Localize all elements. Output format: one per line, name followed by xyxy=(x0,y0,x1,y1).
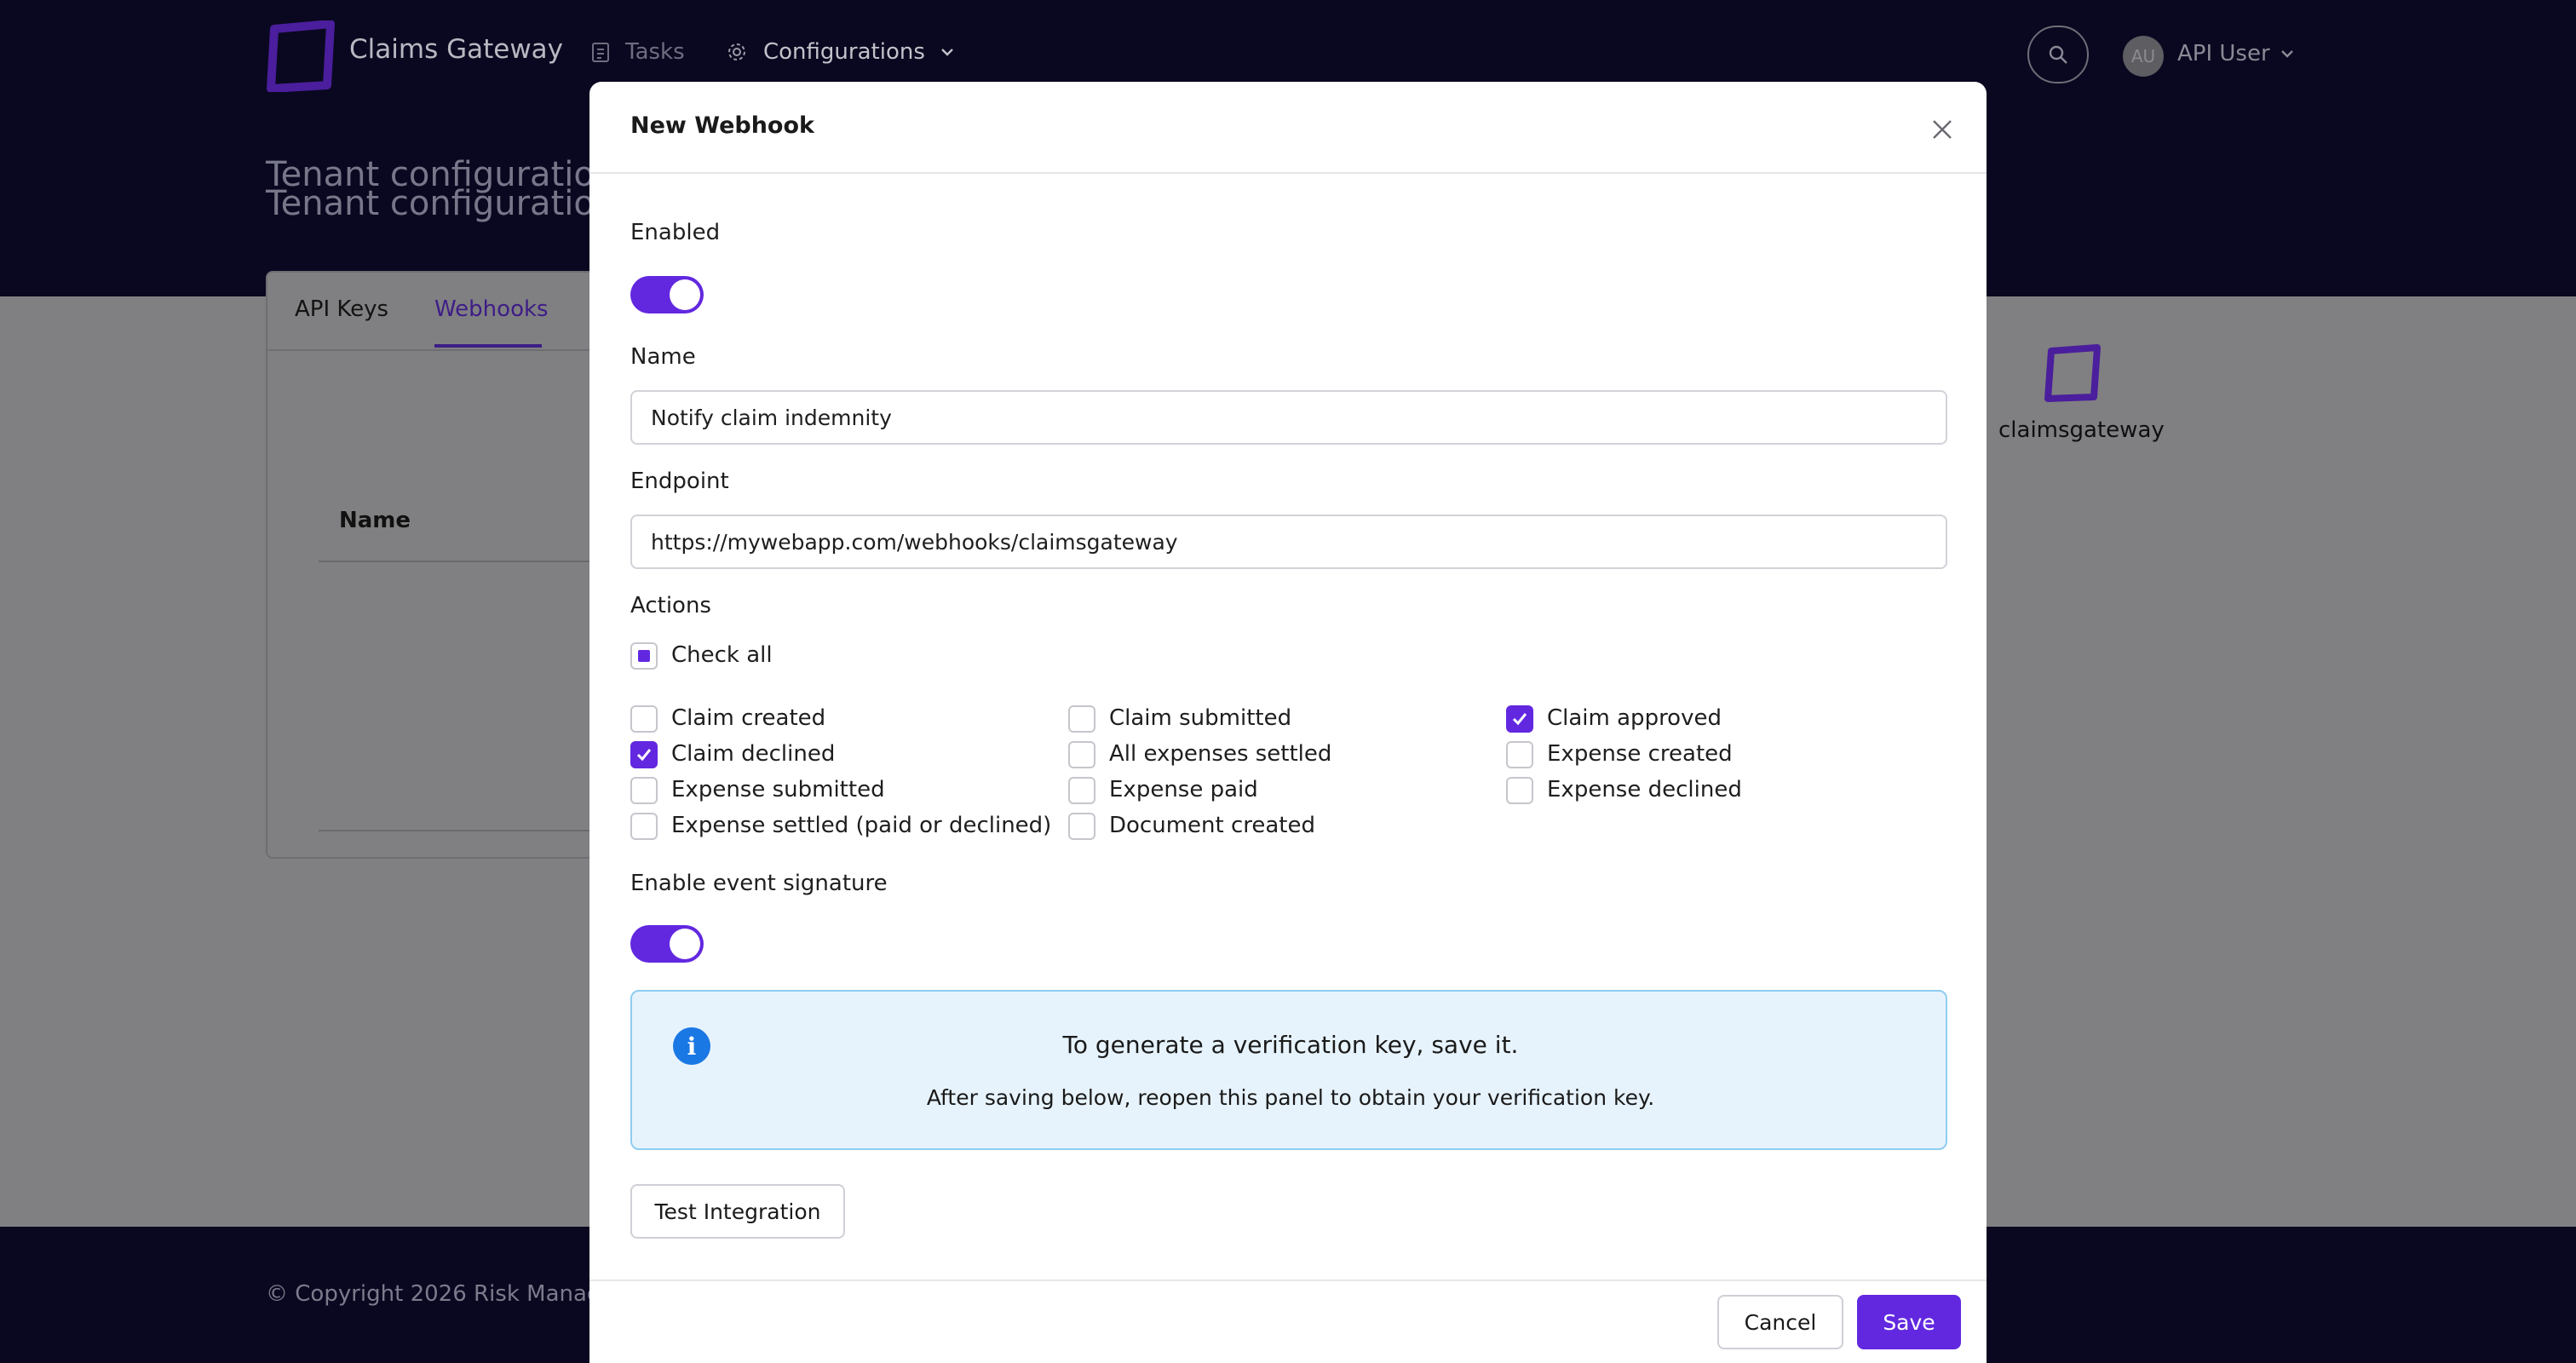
event-signature-label: Enable event signature xyxy=(630,871,888,896)
chevron-down-icon xyxy=(2280,50,2293,58)
close-icon xyxy=(1933,120,1952,139)
test-integration-button[interactable]: Test Integration xyxy=(630,1184,845,1239)
action-checkbox[interactable] xyxy=(630,741,658,768)
info-alert-body: After saving below, reopen this panel to… xyxy=(926,1085,1655,1110)
actions-label: Actions xyxy=(630,593,711,618)
modal-title: New Webhook xyxy=(630,112,814,139)
nav-configurations-label: Configurations xyxy=(763,39,925,65)
action-label[interactable]: Claim submitted xyxy=(1109,705,1291,731)
action-label[interactable]: Claim approved xyxy=(1547,705,1722,731)
nav-tasks-label: Tasks xyxy=(625,39,685,65)
user-name-label: API User xyxy=(2177,41,2270,66)
action-checkbox[interactable] xyxy=(630,777,658,804)
action-label[interactable]: All expenses settled xyxy=(1109,741,1331,767)
enabled-toggle[interactable] xyxy=(630,276,704,313)
check-all-label[interactable]: Check all xyxy=(671,642,773,668)
tenant-logo-icon xyxy=(2044,344,2101,402)
endpoint-label: Endpoint xyxy=(630,469,729,494)
active-tab-indicator xyxy=(434,344,542,348)
action-checkbox[interactable] xyxy=(630,813,658,840)
action-label[interactable]: Expense created xyxy=(1547,741,1733,767)
action-label[interactable]: Expense submitted xyxy=(671,777,885,802)
event-signature-toggle[interactable] xyxy=(630,925,704,963)
action-label[interactable]: Expense paid xyxy=(1109,777,1258,802)
name-input[interactable] xyxy=(630,390,1947,445)
toggle-knob xyxy=(670,279,700,310)
action-checkbox[interactable] xyxy=(1068,777,1095,804)
chevron-down-icon xyxy=(941,49,953,56)
nav-configurations[interactable]: Configurations xyxy=(726,39,954,65)
info-alert: i To generate a verification key, save i… xyxy=(630,990,1947,1150)
clipboard-icon xyxy=(592,43,609,62)
action-checkbox[interactable] xyxy=(1068,705,1095,733)
page-title-line: Tenant configurations xyxy=(266,184,635,223)
enabled-label: Enabled xyxy=(630,220,721,245)
check-icon xyxy=(636,749,652,762)
action-label[interactable]: Claim created xyxy=(671,705,825,731)
action-checkbox[interactable] xyxy=(1506,777,1533,804)
table-divider xyxy=(319,830,591,831)
tenant-logo-label: claimsgateway xyxy=(1998,417,2165,443)
check-icon xyxy=(1512,713,1527,726)
modal-footer-divider xyxy=(589,1280,1987,1281)
info-alert-title: To generate a verification key, save it. xyxy=(1062,1031,1519,1059)
copyright-text: © Copyright 2026 Risk Managen xyxy=(266,1281,629,1307)
name-label: Name xyxy=(630,344,696,370)
page-title: Tenant configurations Tenant configurati… xyxy=(266,158,635,223)
search-icon xyxy=(2049,45,2067,64)
brand-name[interactable]: Claims Gateway xyxy=(349,34,563,65)
endpoint-input[interactable] xyxy=(630,515,1947,569)
check-all-checkbox[interactable] xyxy=(630,642,658,670)
action-checkbox[interactable] xyxy=(1506,741,1533,768)
modal-header: New Webhook xyxy=(589,82,1987,174)
action-label[interactable]: Expense settled (paid or declined) xyxy=(671,813,1051,838)
action-checkbox[interactable] xyxy=(630,705,658,733)
tab-api-keys[interactable]: API Keys xyxy=(295,296,388,322)
action-label[interactable]: Expense declined xyxy=(1547,777,1742,802)
toggle-knob xyxy=(670,929,700,959)
save-button[interactable]: Save xyxy=(1857,1295,1961,1349)
user-avatar[interactable]: AU xyxy=(2123,36,2164,77)
close-button[interactable] xyxy=(1925,112,1959,147)
tab-webhooks[interactable]: Webhooks xyxy=(434,296,549,322)
table-header-name[interactable]: Name xyxy=(339,508,411,533)
nav-tasks[interactable]: Tasks xyxy=(591,39,685,65)
action-label[interactable]: Document created xyxy=(1109,813,1315,838)
new-webhook-modal: New Webhook Enabled Name Endpoint Action… xyxy=(589,82,1987,1363)
action-checkbox[interactable] xyxy=(1068,813,1095,840)
action-checkbox[interactable] xyxy=(1506,705,1533,733)
cancel-button[interactable]: Cancel xyxy=(1717,1295,1843,1349)
action-checkbox[interactable] xyxy=(1068,741,1095,768)
claims-gateway-logo-icon[interactable] xyxy=(266,20,337,92)
table-divider xyxy=(319,561,591,562)
gear-icon xyxy=(728,43,745,60)
action-label[interactable]: Claim declined xyxy=(671,741,835,767)
search-button[interactable] xyxy=(2027,26,2089,83)
user-menu[interactable]: API User xyxy=(2177,41,2294,66)
